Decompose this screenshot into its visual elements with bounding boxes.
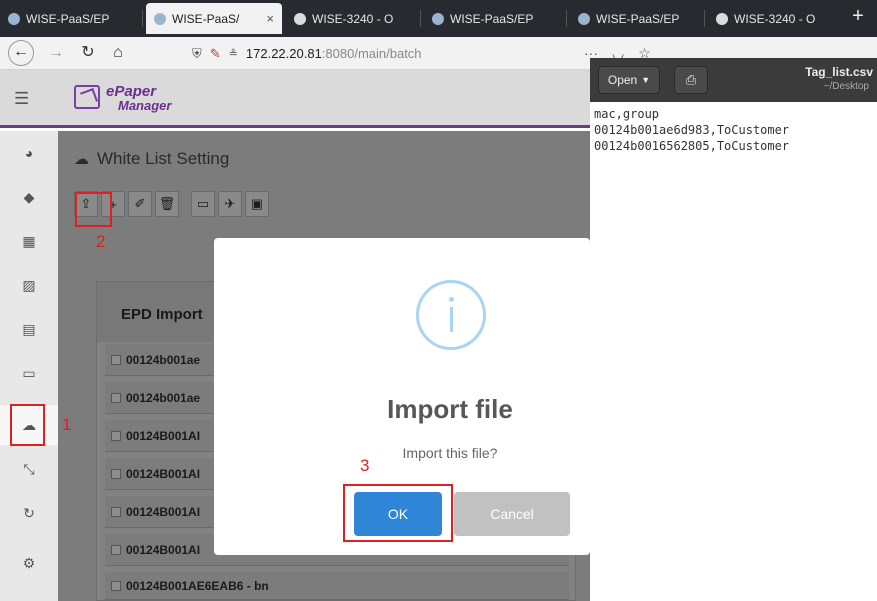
shield-icon: ⛨ <box>192 45 202 61</box>
sidebar-item-settings[interactable]: ⚙ <box>0 543 58 583</box>
site-favicon-icon <box>8 12 20 25</box>
chevron-down-icon: ▼ <box>641 75 651 85</box>
table-icon: ▦ <box>22 232 36 249</box>
save-button[interactable]: ▣ <box>245 191 269 217</box>
checkbox[interactable] <box>111 430 121 441</box>
monitor-icon: ▭ <box>22 364 36 381</box>
checkbox[interactable] <box>111 580 121 591</box>
compress-icon: ⤡ <box>23 460 35 477</box>
cloud-upload-icon: ☁ <box>74 151 89 168</box>
close-tab-icon[interactable]: × <box>266 11 274 26</box>
eraser-button[interactable]: ✐ <box>128 191 152 217</box>
home-button[interactable]: ⌂ <box>106 42 130 66</box>
sidebar-item-images[interactable]: ▨ <box>0 265 58 305</box>
sidebar-item-table[interactable]: ▦ <box>0 221 58 261</box>
permissions-icon[interactable]: ✎ <box>210 46 221 62</box>
id-card-icon: ▤ <box>22 320 36 337</box>
browser-tab[interactable]: WISE-PaaS/EP <box>570 3 704 34</box>
pin-button[interactable]: ✈ <box>218 191 242 217</box>
sidebar-item-dashboard[interactable]: ◕ <box>0 133 58 173</box>
cancel-button[interactable]: Cancel <box>454 492 570 536</box>
image-icon: ▨ <box>22 276 36 293</box>
browser-tab-active[interactable]: WISE-PaaS/ × <box>146 3 282 34</box>
checkbox[interactable] <box>111 354 121 365</box>
page-title: ☁ White List Setting <box>74 149 230 168</box>
browser-tab[interactable]: WISE-3240 - O <box>708 3 840 34</box>
delete-button[interactable]: 🗑 <box>155 191 179 217</box>
browser-tab[interactable]: WISE-PaaS/EP <box>424 3 562 34</box>
site-favicon-icon <box>294 12 306 25</box>
epaper-manager-logo: ePaper Manager <box>74 83 194 117</box>
text-editor-window: Open ▼ ⎙ Tag_list.csv ~/Desktop mac,grou… <box>590 58 877 601</box>
sidebar-item-sync[interactable]: ↻ <box>0 493 58 533</box>
editor-path: ~/Desktop <box>823 81 869 92</box>
sidebar-item-cards[interactable]: ▤ <box>0 309 58 349</box>
editor-line: 00124b001ae6d983,ToCustomer <box>594 123 790 137</box>
checkbox[interactable] <box>111 468 121 479</box>
step-2-label: 2 <box>96 232 106 251</box>
url-bar[interactable]: ⛨ ✎ ≗ 172.22.20.81:8080/main/batch <box>192 41 592 66</box>
site-favicon-icon <box>578 12 590 25</box>
browser-tab-strip: WISE-PaaS/EP WISE-PaaS/ × WISE-3240 - O … <box>0 0 877 37</box>
browser-tab[interactable]: WISE-3240 - O <box>286 3 412 34</box>
globe-icon: ◕ <box>24 145 34 161</box>
highlight-step-1 <box>10 404 45 446</box>
tags-icon: ◆ <box>23 188 35 205</box>
site-favicon-icon <box>154 12 166 25</box>
dialog-message: Import this file? <box>402 445 498 461</box>
dialog-title: Import file <box>387 394 513 424</box>
open-button[interactable]: Open ▼ <box>598 66 660 94</box>
menu-icon[interactable]: ☰ <box>14 89 29 109</box>
forward-button[interactable]: → <box>44 42 68 66</box>
site-favicon-icon <box>716 12 728 25</box>
sidebar: ◕ ◆ ▦ ▨ ▤ ▭ ☁ ⤡ ↻ ⚙ <box>0 131 58 601</box>
editor-header-bar: Open ▼ ⎙ Tag_list.csv ~/Desktop <box>590 58 877 102</box>
checkbox[interactable] <box>111 506 121 517</box>
browser-tab[interactable]: WISE-PaaS/EP <box>0 3 140 34</box>
refresh-icon: ↻ <box>23 504 35 521</box>
url-host: 172.22.20.81 <box>245 46 322 61</box>
url-path: :8080/main/batch <box>321 46 422 61</box>
save-document-icon: ⎙ <box>685 72 697 87</box>
highlight-step-3 <box>343 484 453 542</box>
display-button[interactable]: ▭ <box>191 191 215 217</box>
step-3-label: 3 <box>360 456 370 475</box>
info-icon <box>416 280 486 350</box>
site-favicon-icon <box>432 12 444 25</box>
checkbox[interactable] <box>111 544 121 555</box>
list-item[interactable]: 00124B001AE6EAB6 - bn <box>105 572 569 600</box>
back-button[interactable]: ← <box>8 40 34 66</box>
editor-text-area[interactable]: mac,group 00124b001ae6d983,ToCustomer 0012… <box>594 106 789 154</box>
editor-line: 00124b0016562805,ToCustomer <box>594 139 790 153</box>
step-1-label: 1 <box>62 415 72 434</box>
connection-icon: ≗ <box>228 48 238 60</box>
checkbox[interactable] <box>111 392 121 403</box>
logo-mark-icon <box>74 85 100 109</box>
sidebar-item-tools[interactable]: ⤡ <box>0 449 58 489</box>
highlight-step-2 <box>75 192 112 227</box>
sidebar-item-devices[interactable]: ▭ <box>0 353 58 393</box>
new-tab-button[interactable]: + <box>846 4 870 30</box>
save-file-button[interactable]: ⎙ <box>674 66 708 94</box>
sidebar-item-tags[interactable]: ◆ <box>0 177 58 217</box>
gears-icon: ⚙ <box>22 554 36 571</box>
editor-filename: Tag_list.csv <box>805 65 873 79</box>
reload-button[interactable]: ↻ <box>76 42 100 66</box>
editor-line: mac,group <box>594 107 660 121</box>
